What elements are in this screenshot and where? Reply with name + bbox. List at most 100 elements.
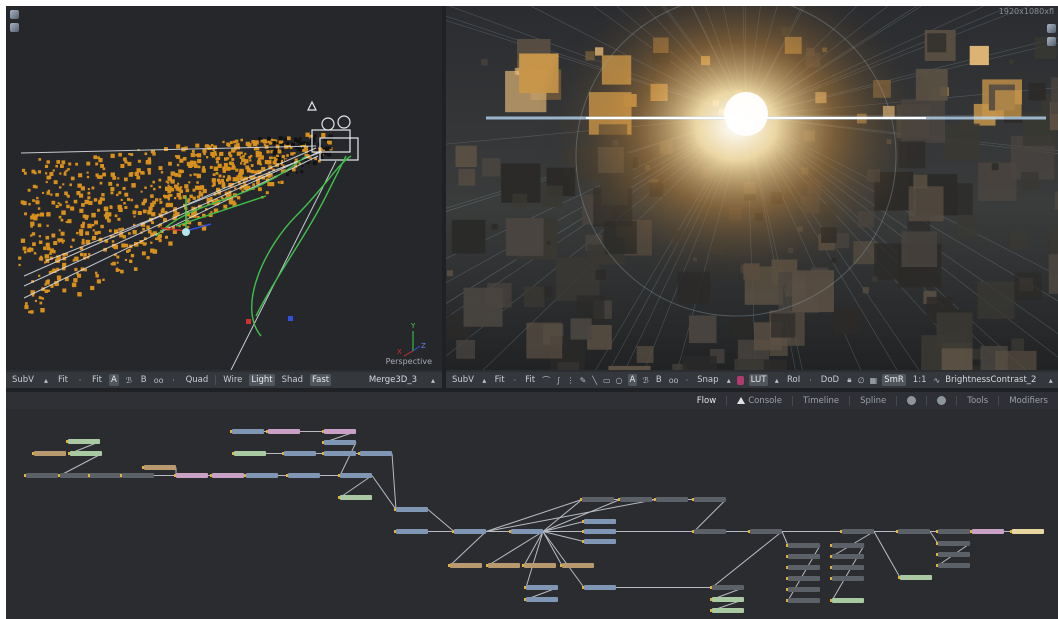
node-input-port[interactable] [322,430,324,433]
flow-node[interactable] [268,429,300,434]
b-buffer-button[interactable]: B [139,374,149,386]
node-link[interactable] [542,499,621,532]
node-input-port[interactable] [936,530,938,533]
fit-button-2[interactable]: Fit [523,374,537,386]
node-input-port[interactable] [210,474,212,477]
flow-node[interactable] [788,554,820,559]
smr-button[interactable]: SmR [882,374,906,386]
node-input-port[interactable] [830,555,832,558]
flow-node[interactable] [26,473,58,478]
flow-node[interactable] [584,585,616,590]
node-input-port[interactable] [786,566,788,569]
flow-node[interactable] [788,587,820,592]
tab-console[interactable]: Console [733,395,786,407]
flow-node[interactable] [712,597,744,602]
flow-node[interactable] [324,440,356,445]
flow-node[interactable] [340,495,372,500]
node-input-port[interactable] [286,474,288,477]
dropdown-arrow-icon[interactable]: ▴ [773,376,780,385]
node-input-port[interactable] [1010,530,1012,533]
node-input-port[interactable] [582,540,584,543]
node-input-port[interactable] [582,586,584,589]
node-input-port[interactable] [786,588,788,591]
flow-node[interactable] [122,473,154,478]
node-link[interactable] [929,531,939,544]
node-input-port[interactable] [786,599,788,602]
node-input-port[interactable] [710,586,712,589]
subview-button[interactable]: SubV [10,374,36,386]
glasses-icon[interactable]: oo [669,376,679,385]
node-input-port[interactable] [282,452,284,455]
node-input-port[interactable] [266,430,268,433]
node-input-port[interactable] [142,466,144,469]
node-link[interactable] [371,475,397,510]
flow-node[interactable] [511,529,543,534]
flow-node[interactable] [656,497,688,502]
flow-node[interactable] [284,451,316,456]
flow-node[interactable] [70,451,102,456]
flow-node[interactable] [324,429,356,434]
flow-node[interactable] [144,465,176,470]
flow-node[interactable] [938,563,970,568]
node-input-port[interactable] [830,566,832,569]
rectangle-icon[interactable]: ▭ [603,376,611,385]
flow-node[interactable] [1012,529,1044,534]
node-link[interactable] [781,531,789,546]
flow-node[interactable] [788,598,820,603]
node-input-port[interactable] [120,474,122,477]
flow-node[interactable] [488,563,520,568]
viewer-2d[interactable]: 1920x1080xfl [446,6,1058,370]
tab-info[interactable] [903,395,920,406]
node-input-port[interactable] [710,598,712,601]
ellipse-icon[interactable]: ○ [616,376,623,385]
flow-node[interactable] [832,543,864,548]
node-input-port[interactable] [394,508,396,511]
viewer-3d[interactable]: Y X Z Perspective [6,6,442,370]
node-graph-canvas[interactable] [6,409,1058,619]
dropdown-arrow-icon[interactable]: ▴ [726,376,733,385]
node-link[interactable] [449,531,487,566]
flow-node[interactable] [584,529,616,534]
audio-wave-icon[interactable]: ∿ [933,376,940,385]
flow-node[interactable] [832,576,864,581]
flow-node[interactable] [620,497,652,502]
node-link[interactable] [711,531,783,588]
dropdown-arrow-icon[interactable]: ▴ [481,376,488,385]
node-link[interactable] [427,509,455,532]
flow-node[interactable] [832,598,864,603]
flow-node[interactable] [90,473,122,478]
node-input-port[interactable] [322,441,324,444]
cube-icon[interactable] [1047,37,1056,46]
tab-spline[interactable]: Spline [856,395,890,407]
flow-node[interactable] [246,473,278,478]
node-input-port[interactable] [936,553,938,556]
flow-node[interactable] [396,507,428,512]
node-input-port[interactable] [358,452,360,455]
node-input-port[interactable] [560,564,562,567]
flow-node[interactable] [526,597,558,602]
node-input-port[interactable] [830,544,832,547]
b-buffer-button[interactable]: B [654,374,664,386]
snap-button[interactable]: Snap [695,374,720,386]
flow-node[interactable] [234,451,266,456]
node-link[interactable] [339,475,373,498]
node-link[interactable] [542,531,563,566]
ab-split-icon[interactable]: ℬ [124,376,134,385]
roi-button[interactable]: RoI [785,374,802,386]
node-input-port[interactable] [654,498,656,501]
dropdown-arrow-icon[interactable]: ▴ [41,376,51,385]
flow-node[interactable] [584,539,616,544]
fit-button-2[interactable]: Fit [90,374,104,386]
node-input-port[interactable] [748,530,750,533]
node-input-port[interactable] [830,599,832,602]
flow-node[interactable] [176,473,208,478]
tab-flow[interactable]: Flow [693,395,720,407]
node-input-port[interactable] [230,430,232,433]
node-input-port[interactable] [88,474,90,477]
ratio-button[interactable]: 1:1 [911,374,929,386]
paint-brush-icon[interactable]: ✎ [580,376,587,385]
polyline-icon[interactable]: ∫ [555,376,562,385]
flow-node[interactable] [832,565,864,570]
node-input-port[interactable] [32,452,34,455]
flow-node[interactable] [450,563,482,568]
